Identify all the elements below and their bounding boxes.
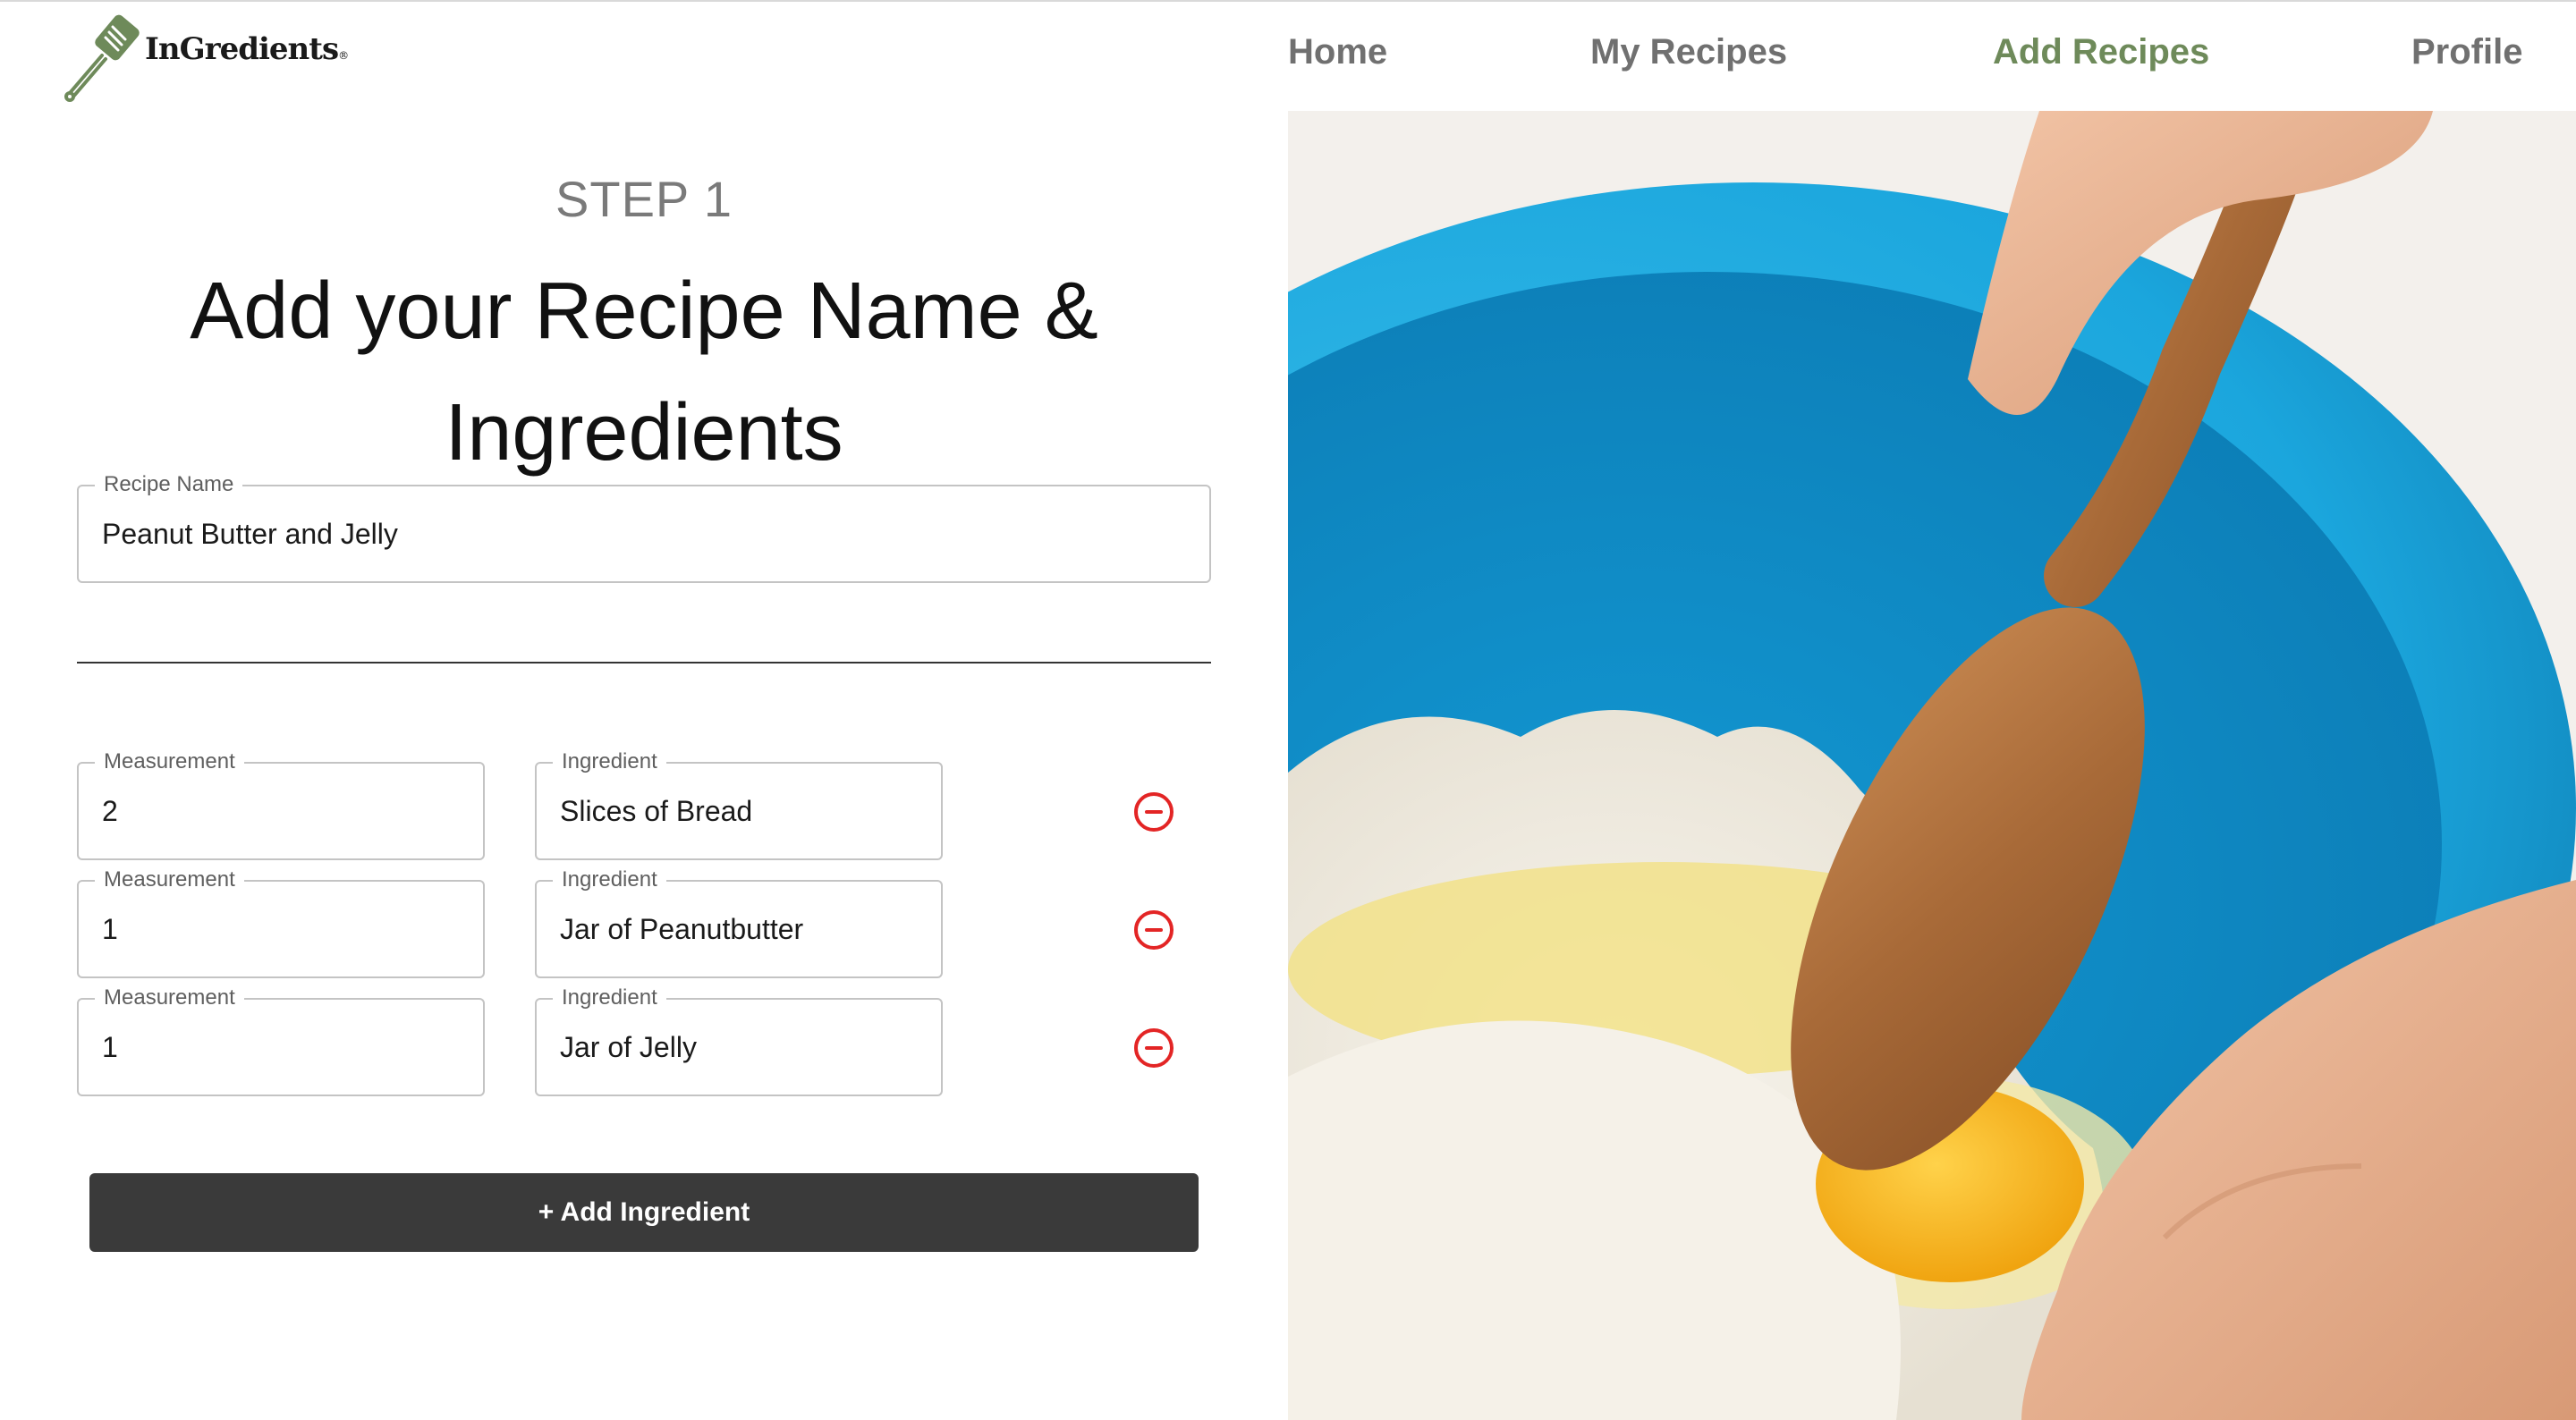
nav-my-recipes[interactable]: My Recipes bbox=[1590, 32, 1787, 72]
ingredient-input[interactable] bbox=[560, 764, 923, 858]
brand-name: InGredients® bbox=[145, 31, 349, 67]
hero-image bbox=[1288, 111, 2576, 1420]
remove-circle-icon[interactable] bbox=[1134, 910, 1174, 950]
remove-circle-icon[interactable] bbox=[1134, 1028, 1174, 1068]
ingredient-field[interactable]: Ingredient bbox=[535, 749, 943, 860]
page-title-line-1: Add your Recipe Name & bbox=[190, 266, 1098, 356]
ingredient-field[interactable]: Ingredient bbox=[535, 985, 943, 1096]
measurement-input[interactable] bbox=[102, 764, 465, 858]
nav-profile[interactable]: Profile bbox=[2411, 32, 2522, 72]
measurement-input[interactable] bbox=[102, 1000, 465, 1095]
section-divider bbox=[77, 662, 1211, 664]
nav-home[interactable]: Home bbox=[1288, 32, 1387, 72]
measurement-field[interactable]: Measurement bbox=[77, 749, 485, 860]
step-label: STEP 1 bbox=[555, 171, 733, 227]
spatula-icon bbox=[64, 14, 140, 102]
measurement-input[interactable] bbox=[102, 882, 465, 976]
page-title: Add your Recipe Name & Ingredients bbox=[0, 250, 1288, 494]
nav-add-recipes[interactable]: Add Recipes bbox=[1993, 32, 2209, 72]
brand-logo[interactable]: InGredients® bbox=[50, 14, 349, 104]
add-ingredient-button[interactable]: + Add Ingredient bbox=[89, 1173, 1199, 1252]
ingredient-input[interactable] bbox=[560, 882, 923, 976]
mixing-bowl-illustration bbox=[1288, 111, 2576, 1420]
recipe-name-field[interactable]: Recipe Name bbox=[77, 472, 1211, 583]
measurement-field[interactable]: Measurement bbox=[77, 867, 485, 978]
ingredient-field[interactable]: Ingredient bbox=[535, 867, 943, 978]
recipe-name-input[interactable] bbox=[102, 486, 1191, 581]
remove-circle-icon[interactable] bbox=[1134, 792, 1174, 832]
measurement-field[interactable]: Measurement bbox=[77, 985, 485, 1096]
ingredient-input[interactable] bbox=[560, 1000, 923, 1095]
page-title-line-2: Ingredients bbox=[445, 388, 843, 478]
